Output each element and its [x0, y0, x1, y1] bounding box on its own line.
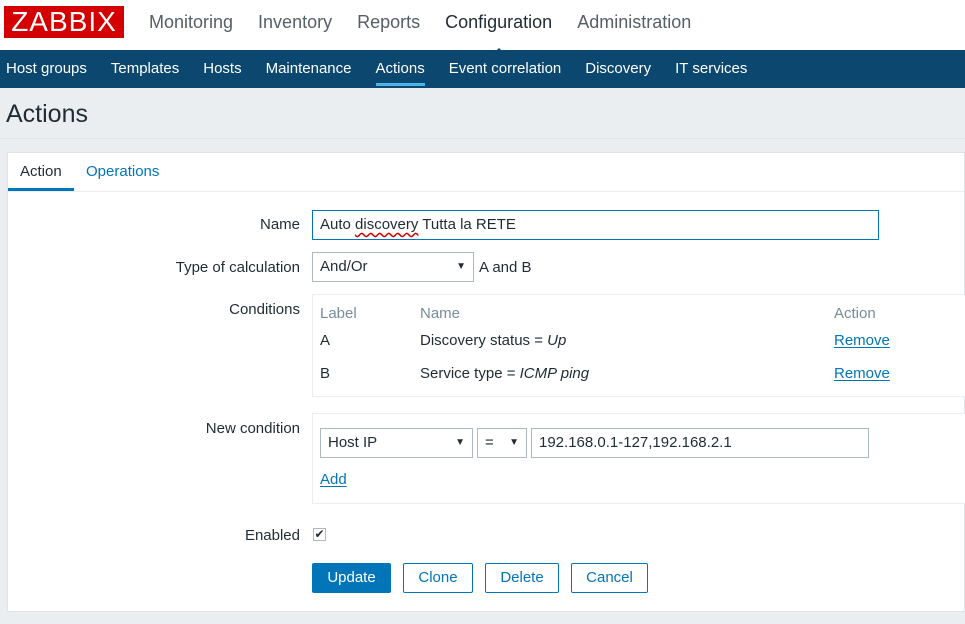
submenu-hosts[interactable]: Hosts — [191, 50, 253, 88]
submenu-event-correlation[interactable]: Event correlation — [437, 50, 574, 88]
dropdown-arrow-icon: ▼ — [509, 437, 519, 448]
condition-a-label: A — [320, 332, 331, 349]
tab-operations[interactable]: Operations — [74, 153, 171, 191]
main-menu: Monitoring Inventory Reports Configurati… — [149, 0, 716, 56]
enabled-checkbox[interactable]: ✔ — [313, 528, 326, 541]
enabled-label: Enabled — [244, 527, 300, 544]
conditions-header-label: Label — [320, 305, 357, 322]
conditions-header-action: Action — [834, 305, 876, 322]
zabbix-logo[interactable]: ZABBIX — [4, 6, 124, 38]
name-input[interactable]: Auto discovery Tutta la RETE — [312, 210, 879, 240]
name-value-misspelled: discovery — [355, 216, 419, 233]
conditions-table: Label Name Action A Discovery status = U… — [312, 294, 965, 397]
name-value-part2: Tutta la RETE — [418, 216, 516, 233]
condition-value-text: 192.168.0.1-127,192.168.2.1 — [539, 434, 732, 451]
menu-administration[interactable]: Administration — [577, 0, 691, 50]
tab-action[interactable]: Action — [8, 153, 74, 191]
menu-monitoring[interactable]: Monitoring — [149, 0, 233, 50]
condition-a-remove-link[interactable]: Remove — [834, 332, 890, 349]
menu-inventory[interactable]: Inventory — [258, 0, 332, 50]
name-label: Name — [259, 216, 300, 233]
condition-operator-value: = — [485, 434, 494, 451]
form-tabs: Action Operations — [8, 153, 964, 192]
add-condition-link[interactable]: Add — [320, 471, 347, 488]
calculation-formula: A and B — [479, 259, 532, 276]
condition-type-value: Host IP — [328, 434, 378, 451]
condition-b-name: Service type = ICMP ping — [420, 365, 590, 382]
condition-b-label: B — [320, 365, 331, 382]
dropdown-arrow-icon: ▼ — [456, 261, 466, 272]
name-value-part1: Auto — [320, 216, 356, 233]
condition-b-remove-link[interactable]: Remove — [834, 365, 890, 382]
calculation-value: And/Or — [320, 258, 368, 275]
delete-button[interactable]: Delete — [485, 563, 559, 593]
calculation-select[interactable]: And/Or ▼ — [312, 252, 474, 282]
submenu-actions[interactable]: Actions — [364, 50, 437, 88]
update-button[interactable]: Update — [312, 563, 391, 593]
new-condition-box: Host IP ▼ = ▼ 192.168.0.1-127,192.168.2.… — [312, 413, 965, 504]
cancel-button[interactable]: Cancel — [571, 563, 648, 593]
conditions-header-name: Name — [420, 305, 461, 322]
submenu-discovery[interactable]: Discovery — [573, 50, 663, 88]
condition-operator-select[interactable]: = ▼ — [477, 428, 527, 458]
new-condition-label: New condition — [205, 420, 300, 437]
header-divider — [0, 138, 965, 139]
calculation-label: Type of calculation — [175, 259, 300, 276]
conditions-label: Conditions — [229, 301, 300, 318]
clone-button[interactable]: Clone — [403, 563, 473, 593]
condition-a-name: Discovery status = Up — [420, 332, 567, 349]
page-title: Actions — [6, 100, 88, 128]
top-bar: ZABBIX Monitoring Inventory Reports Conf… — [0, 0, 965, 56]
condition-value-input[interactable]: 192.168.0.1-127,192.168.2.1 — [531, 428, 869, 458]
action-form-panel: Action Operations Name Auto discovery Tu… — [7, 152, 965, 612]
sub-menu: Host groups Templates Hosts Maintenance … — [0, 50, 965, 88]
checkmark-icon: ✔ — [314, 527, 325, 541]
submenu-templates[interactable]: Templates — [99, 50, 191, 88]
condition-type-select[interactable]: Host IP ▼ — [320, 428, 473, 458]
menu-reports[interactable]: Reports — [357, 0, 420, 50]
dropdown-arrow-icon: ▼ — [455, 437, 465, 448]
menu-configuration[interactable]: Configuration — [445, 0, 552, 56]
submenu-host-groups[interactable]: Host groups — [0, 50, 99, 88]
submenu-it-services[interactable]: IT services — [663, 50, 759, 88]
submenu-maintenance[interactable]: Maintenance — [254, 50, 364, 88]
